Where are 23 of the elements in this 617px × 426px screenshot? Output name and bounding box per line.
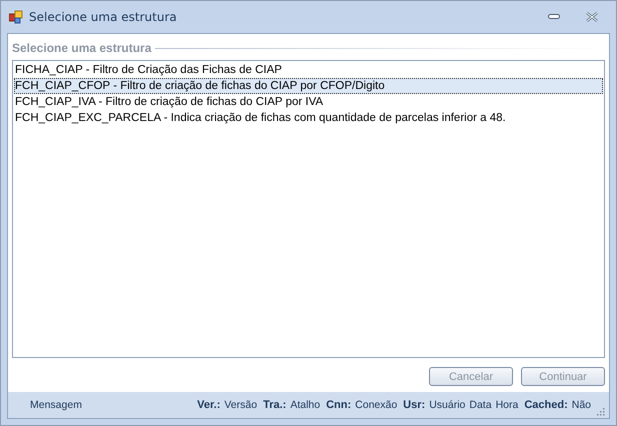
group-title: Selecione uma estrutura: [12, 41, 152, 55]
list-item[interactable]: FCH_CIAP_IVA - Filtro de criação de fichas do CIAP por IVA: [14, 94, 603, 110]
status-value: Versão: [224, 399, 258, 411]
app-icon: [9, 10, 23, 24]
status-label: Cnn:: [326, 399, 352, 411]
status-value: Usuário: [429, 399, 466, 411]
status-label: Tra.:: [263, 399, 286, 411]
status-value: Não: [572, 399, 591, 411]
close-icon[interactable]: [586, 12, 598, 22]
status-value: Hora: [496, 399, 518, 411]
status-value: Data: [469, 399, 492, 411]
status-label: Cached:: [524, 399, 568, 411]
status-value: Conexão: [355, 399, 398, 411]
resize-grip-icon[interactable]: [595, 406, 605, 416]
minimize-icon[interactable]: [548, 14, 560, 20]
status-label: Usr:: [403, 399, 426, 411]
list-item[interactable]: FCH_CIAP_EXC_PARCELA - Indica criação de fichas com quantidade de parcelas inferior a 48.: [14, 110, 603, 126]
window-title: Selecione uma estrutura: [29, 10, 178, 24]
status-label: Ver.:: [197, 399, 220, 411]
status-message: Mensagem: [30, 399, 83, 411]
list-item[interactable]: FCH_CIAP_CFOP - Filtro de criação de fichas do CIAP por CFOP/Digito: [14, 78, 603, 94]
list-item[interactable]: FICHA_CIAP - Filtro de Criação das Fichas de CIAP: [14, 62, 603, 78]
status-value: Atalho: [290, 399, 320, 411]
